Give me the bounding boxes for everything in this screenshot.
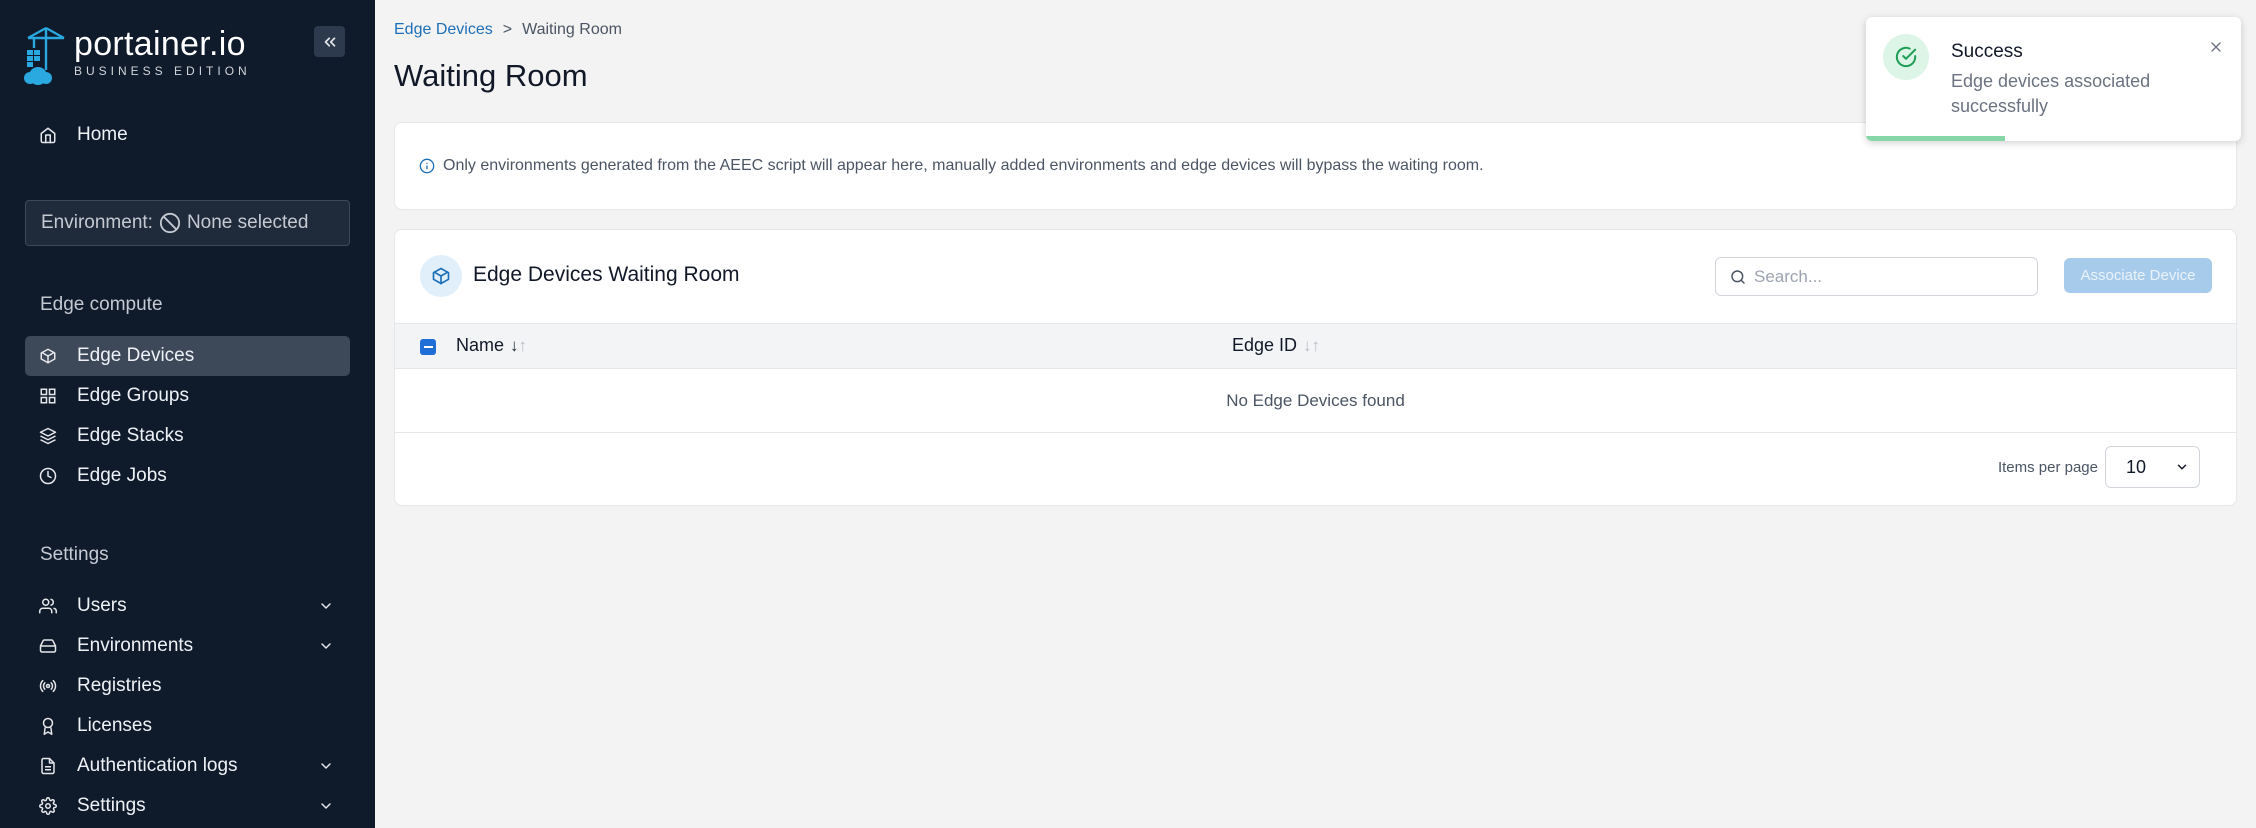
- sidebar-item-label: Licenses: [77, 715, 152, 736]
- breadcrumb: Edge Devices > Waiting Room: [394, 21, 622, 39]
- ban-icon: [159, 212, 181, 234]
- items-per-page-select[interactable]: 10: [2105, 446, 2200, 488]
- table-icon: [420, 255, 462, 297]
- users-icon: [39, 598, 57, 614]
- sidebar-item-home[interactable]: Home: [25, 115, 350, 155]
- radio-icon: [39, 679, 57, 693]
- sidebar-item-registries[interactable]: Registries: [25, 666, 350, 706]
- chevron-down-icon[interactable]: [318, 598, 334, 614]
- sidebar-item-label: Edge Stacks: [77, 425, 184, 446]
- file-text-icon: [41, 757, 55, 775]
- home-icon: [40, 127, 56, 144]
- chevron-down-icon: [2177, 464, 2187, 470]
- environment-label: Environment:: [41, 212, 153, 233]
- sort-icon: ↓↑: [1303, 335, 1321, 355]
- close-icon[interactable]: [2208, 39, 2224, 55]
- sidebar-item-label: Settings: [77, 795, 146, 816]
- toast-title: Success: [1951, 41, 2023, 62]
- collapse-sidebar-button[interactable]: [314, 26, 345, 57]
- column-header-name[interactable]: Name ↓↑: [456, 335, 527, 356]
- info-text: Only environments generated from the AEE…: [443, 157, 1484, 174]
- breadcrumb-link-edge-devices[interactable]: Edge Devices: [394, 21, 493, 38]
- table-header: Edge Devices Waiting Room Search... Asso…: [395, 230, 2236, 324]
- items-per-page-label: Items per page: [1997, 458, 2098, 476]
- sidebar-item-label: Edge Devices: [77, 345, 195, 366]
- breadcrumb-current: Waiting Room: [522, 21, 622, 38]
- sidebar: portainer.io BUSINESS EDITION Home Envir…: [0, 0, 375, 828]
- column-header-edge-id[interactable]: Edge ID ↓↑: [1232, 335, 1320, 356]
- sidebar-item-authentication-logs[interactable]: Authentication logs: [25, 746, 350, 786]
- environment-value: None selected: [186, 212, 309, 233]
- grid-icon: [40, 388, 56, 404]
- environment-selector[interactable]: Environment: None selected: [25, 200, 350, 246]
- sidebar-item-edge-jobs[interactable]: Edge Jobs: [25, 456, 350, 496]
- sidebar-item-label: Edge Jobs: [77, 465, 167, 486]
- logo-wordmark: portainer.io: [74, 25, 246, 63]
- toast-progress-bar: [1866, 136, 2005, 141]
- chevron-down-icon[interactable]: [318, 758, 334, 774]
- toast-message: Edge devices associated successfully: [1951, 71, 2151, 116]
- chevrons-left-icon: [324, 36, 335, 47]
- layers-icon: [39, 427, 57, 445]
- info-icon: [419, 158, 435, 174]
- sidebar-item-edge-groups[interactable]: Edge Groups: [25, 376, 350, 416]
- table-column-headers: Name ↓↑ Edge ID ↓↑: [395, 323, 2236, 369]
- pagination-controls: Items per page 10: [1998, 446, 2200, 488]
- sidebar-item-edge-devices[interactable]: Edge Devices: [25, 336, 350, 376]
- select-all-checkbox[interactable]: [420, 339, 436, 355]
- breadcrumb-separator: >: [502, 21, 513, 38]
- sidebar-item-label: Home: [77, 124, 128, 145]
- sidebar-item-users[interactable]: Users: [25, 586, 350, 626]
- sidebar-item-licenses[interactable]: Licenses: [25, 706, 350, 746]
- chevron-down-icon[interactable]: [318, 638, 334, 654]
- clock-icon: [39, 467, 57, 485]
- sidebar-item-label: Registries: [77, 675, 162, 696]
- section-title-settings: Settings: [40, 544, 109, 565]
- waiting-room-table: Edge Devices Waiting Room Search... Asso…: [394, 229, 2237, 506]
- page-title: Waiting Room: [394, 58, 588, 93]
- sort-icon: ↓↑: [510, 335, 528, 355]
- sidebar-item-environments[interactable]: Environments: [25, 626, 350, 666]
- sidebar-item-label: Edge Groups: [77, 385, 189, 406]
- chevron-down-icon[interactable]: [318, 798, 334, 814]
- sidebar-item-label: Authentication logs: [77, 755, 238, 776]
- table-title: Edge Devices Waiting Room: [473, 263, 740, 286]
- search-input[interactable]: Search...: [1715, 257, 2038, 296]
- search-icon: [1731, 269, 1745, 284]
- gear-icon: [39, 797, 57, 815]
- associate-device-button[interactable]: Associate Device: [2064, 258, 2212, 293]
- sidebar-item-edge-stacks[interactable]: Edge Stacks: [25, 416, 350, 456]
- portainer-logo[interactable]: portainer.io BUSINESS EDITION: [24, 26, 251, 86]
- sidebar-item-label: Users: [77, 595, 127, 616]
- success-toast: Success Edge devices associated successf…: [1866, 17, 2241, 141]
- logo-edition: BUSINESS EDITION: [74, 64, 251, 78]
- check-circle-icon: [1883, 34, 1929, 80]
- sidebar-item-label: Environments: [77, 635, 194, 656]
- portainer-crane-icon: [24, 26, 65, 85]
- empty-state-row: No Edge Devices found: [395, 369, 2236, 433]
- box-icon: [40, 348, 56, 364]
- search-placeholder: Search...: [1754, 266, 1823, 286]
- section-title-edge-compute: Edge compute: [40, 294, 163, 315]
- box-icon: [432, 267, 450, 285]
- sidebar-item-settings[interactable]: Settings: [25, 786, 350, 826]
- hard-drive-icon: [39, 639, 57, 653]
- award-icon: [42, 717, 54, 735]
